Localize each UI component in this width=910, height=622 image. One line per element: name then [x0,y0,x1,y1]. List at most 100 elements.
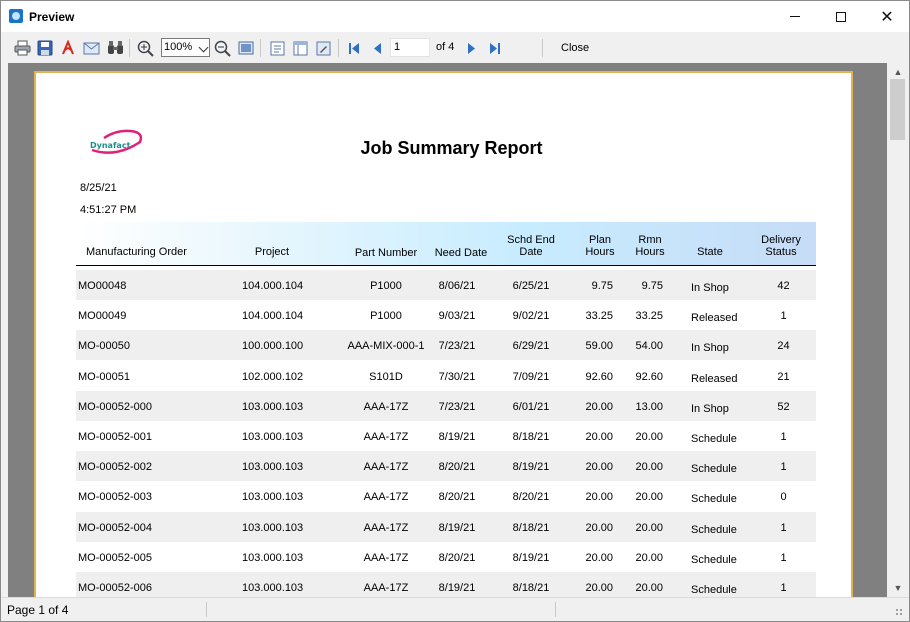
report-time: 4:51:27 PM [80,204,137,216]
col-header-rmn-hours: Rmn Hours [630,234,670,258]
cell-part-number: AAA-17Z [363,400,409,413]
report-page: Dynafact Job Summary Report 8/25/21 4:51… [34,71,853,597]
fit-page-icon [238,41,254,55]
save-icon [37,40,53,56]
cell-delivery-status: 1 [780,461,787,474]
email-icon [83,42,99,54]
cell-plan-hours: 92.60 [585,370,613,383]
page-setup-icon [316,41,330,55]
cell-need-date: 7/23/21 [438,400,476,413]
last-page-icon [490,42,500,54]
cell-state: Schedule [691,523,737,536]
cell-project: 102.000.102 [242,370,304,383]
single-page-button[interactable] [268,39,286,57]
cell-delivery-status: 1 [780,431,787,443]
cell-rmn-hours: 20.00 [635,582,663,594]
col-header-need-date: Need Date [434,247,488,259]
cell-delivery-status: 1 [780,582,787,594]
zoom-out-button[interactable] [213,39,231,57]
first-page-button[interactable] [345,39,363,57]
cell-project: 103.000.103 [242,491,304,504]
cell-part-number: P1000 [370,280,402,292]
zoom-select[interactable]: 100% [161,38,210,57]
cell-plan-hours: 20.00 [585,551,613,564]
cell-rmn-hours: 54.00 [635,340,663,353]
cell-rmn-hours: 20.00 [635,431,663,443]
cell-mo: MO-00050 [78,340,130,353]
table-row: MO-00052-006 103.000.103 AAA-17Z 8/19/21 8/1… [76,572,816,597]
status-divider [555,602,556,617]
single-page-icon [270,41,284,55]
cell-part-number: AAA-17Z [363,551,409,564]
toolbar-separator [542,39,543,57]
col-header-part: Part Number [354,247,418,259]
cell-delivery-status: 24 [777,340,790,353]
cell-plan-hours: 20.00 [585,521,613,534]
cell-project: 104.000.104 [242,280,304,292]
cell-schd-end-date: 9/02/21 [512,310,550,323]
cell-need-date: 7/30/21 [438,370,476,383]
scroll-up-icon[interactable]: ▲ [893,67,903,77]
table-row: MO-00052-005 103.000.103 AAA-17Z 8/20/21 8/1… [76,542,816,572]
vertical-scrollbar[interactable]: ▲ ▼ [887,63,909,597]
cell-state: In Shop [691,342,729,355]
preview-area[interactable]: Dynafact Job Summary Report 8/25/21 4:51… [8,63,887,597]
cell-project: 103.000.103 [242,461,304,474]
scroll-thumb[interactable] [890,79,905,140]
cell-project: 103.000.103 [242,582,304,594]
cell-mo: MO-00052-005 [78,551,152,564]
cell-need-date: 8/20/21 [438,491,476,504]
export-pdf-button[interactable] [59,39,77,57]
cell-project: 104.000.104 [242,310,304,323]
cell-schd-end-date: 6/25/21 [512,280,550,292]
zoom-in-button[interactable] [136,39,154,57]
two-page-button[interactable] [291,39,309,57]
print-icon [14,40,30,56]
fit-page-button[interactable] [237,39,255,57]
toolbar-separator [260,39,261,57]
cell-project: 103.000.103 [242,551,304,564]
report-title: Job Summary Report [360,138,543,158]
previous-page-button[interactable] [368,39,386,57]
close-window-button[interactable]: ✕ [864,1,910,32]
next-page-button[interactable] [463,39,481,57]
maximize-icon [836,11,846,22]
cell-delivery-status: 1 [780,310,787,323]
minimize-button[interactable] [772,1,818,32]
find-icon [107,41,123,54]
scroll-down-icon[interactable]: ▼ [893,583,903,593]
app-icon [9,9,23,23]
cell-schd-end-date: 8/18/21 [512,431,550,443]
resize-grip-icon[interactable] [895,608,903,616]
page-setup-button[interactable] [314,39,332,57]
col-header-delivery-status: Delivery Status [756,234,806,258]
cell-need-date: 8/06/21 [438,280,476,292]
cell-delivery-status: 1 [780,521,787,534]
toolbar: 100% 1 of 4 Close [1,32,909,63]
cell-rmn-hours: 92.60 [635,370,663,383]
cell-state: Schedule [691,553,737,566]
cell-schd-end-date: 8/20/21 [512,491,550,504]
previous-page-icon [374,42,381,54]
close-button[interactable]: Close [561,42,589,54]
save-button[interactable] [36,39,54,57]
cell-mo: MO00048 [78,280,127,292]
cell-state: Released [691,372,738,385]
cell-schd-end-date: 8/18/21 [512,582,550,594]
maximize-button[interactable] [818,1,864,32]
col-header-plan-hours: Plan Hours [580,234,620,258]
col-header-project: Project [254,246,290,258]
page-count-label: of 4 [436,41,455,53]
table-row: MO00049 104.000.104 P1000 9/03/21 9/02/21 33.… [76,300,816,330]
email-button[interactable] [82,39,100,57]
page-number-input[interactable]: 1 [390,38,430,57]
find-button[interactable] [106,39,124,57]
cell-plan-hours: 20.00 [585,431,613,443]
last-page-button[interactable] [486,39,504,57]
print-button[interactable] [13,39,31,57]
cell-schd-end-date: 8/18/21 [512,521,550,534]
cell-schd-end-date: 8/19/21 [512,551,550,564]
table-header: Manufacturing Order Project Part Number … [76,222,816,266]
cell-part-number: S101D [369,370,403,383]
cell-mo: MO-00052-004 [78,521,152,534]
